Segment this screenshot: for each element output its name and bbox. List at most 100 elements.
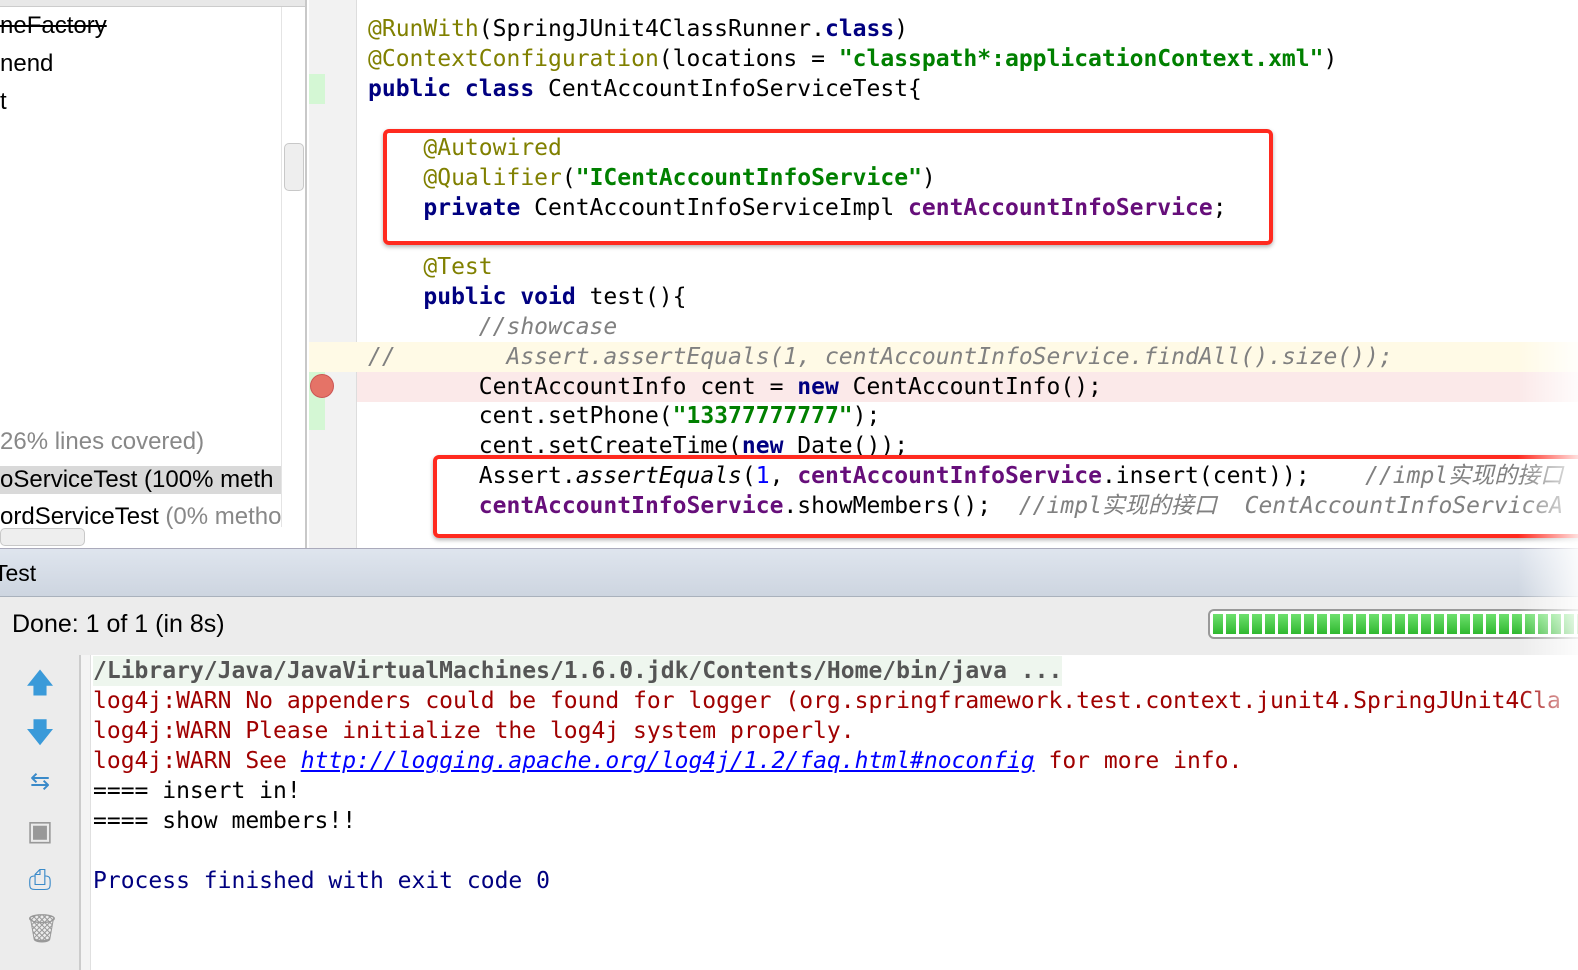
console-line: Process finished with exit code 0 xyxy=(93,866,550,896)
code-token: cent.setPhone( xyxy=(368,403,673,430)
coverage-marker xyxy=(309,74,325,104)
code-token: (SpringJUnit4ClassRunner. xyxy=(478,16,825,42)
console-line: ==== show members!! xyxy=(93,806,356,836)
toggle-swap-icon[interactable]: ⇆ xyxy=(24,766,56,798)
tree-item[interactable]: t xyxy=(0,88,7,116)
tree-item-coverage: (0% metho xyxy=(158,503,282,530)
code-token: "13377777777" xyxy=(672,403,853,430)
run-tool-window-header: Test xyxy=(0,548,1578,597)
tree-item[interactable]: nend xyxy=(0,50,53,78)
console-text: /Library/Java/JavaVirtualMachines/1.6.0.… xyxy=(93,658,1063,684)
progress-segment xyxy=(1460,614,1470,634)
progress-segment xyxy=(1265,614,1275,634)
code-token: CentAccountInfo(); xyxy=(852,373,1102,400)
arrow-down-icon[interactable]: 🡇 xyxy=(24,717,56,749)
tree-item[interactable]: oServiceTest (100% meth xyxy=(0,466,281,494)
tree-item-label: 26% lines covered) xyxy=(0,428,205,455)
breakpoint-icon[interactable] xyxy=(310,374,334,398)
code-token: CentAccountInfoServiceTest{ xyxy=(548,75,922,102)
code-line: cent.setPhone("13377777777"); xyxy=(368,401,881,431)
code-editor[interactable]: @RunWith(SpringJUnit4ClassRunner.class) @… xyxy=(357,0,1578,548)
progress-segment xyxy=(1239,614,1249,634)
code-token: CentAccountInfo cent = xyxy=(368,373,798,400)
progress-segment xyxy=(1330,614,1340,634)
code-token: public class xyxy=(368,75,549,102)
console-text: for more info. xyxy=(1034,748,1243,774)
code-line: public class CentAccountInfoServiceTest{ xyxy=(368,74,922,104)
run-tab-label[interactable]: Test xyxy=(0,560,36,587)
code-token: public void xyxy=(423,284,590,311)
code-token: //showcase xyxy=(478,314,618,340)
current-line-gutter xyxy=(309,342,357,372)
horizontal-scrollbar[interactable] xyxy=(0,528,85,546)
console-line: ==== insert in! xyxy=(93,776,301,806)
code-token: class xyxy=(824,16,895,42)
code-line: //showcase xyxy=(368,312,617,342)
code-token: ) xyxy=(1323,45,1338,72)
progress-segment xyxy=(1278,614,1288,634)
export-icon[interactable]: ▣ xyxy=(24,815,56,847)
progress-segment xyxy=(1564,614,1574,634)
code-token: ); xyxy=(852,403,881,430)
console-output[interactable]: /Library/Java/JavaVirtualMachines/1.6.0.… xyxy=(80,655,1578,970)
code-token: new xyxy=(797,373,853,400)
progress-segment xyxy=(1538,614,1548,634)
tree-item[interactable]: neFactory xyxy=(0,12,107,40)
vertical-scroll-track xyxy=(281,7,282,527)
tree-item-label: t xyxy=(0,88,7,115)
run-toolbar: 🡅 🡇 ⇆ ▣ ⎙ 🗑 xyxy=(0,655,80,970)
console-text: ==== show members!! xyxy=(93,808,357,834)
code-line: @RunWith(SpringJUnit4ClassRunner.class) xyxy=(368,14,908,44)
progress-segment xyxy=(1434,614,1444,634)
progress-segment xyxy=(1486,614,1496,634)
progress-segment xyxy=(1382,614,1392,634)
code-token: (locations = xyxy=(658,45,839,72)
vertical-scrollbar[interactable] xyxy=(284,143,304,191)
console-line: log4j:WARN Please initialize the log4j s… xyxy=(93,716,855,746)
progress-segment xyxy=(1226,614,1236,634)
progress-segment xyxy=(1512,614,1522,634)
progress-segment xyxy=(1473,614,1483,634)
code-line: public void test(){ xyxy=(368,282,687,312)
progress-segment xyxy=(1252,614,1262,634)
progress-segment xyxy=(1291,614,1301,634)
tree-item-label: ordServiceTest xyxy=(0,503,159,530)
tree-item[interactable]: ordServiceTest (0% metho xyxy=(0,503,281,531)
progress-segment xyxy=(1343,614,1353,634)
tree-item-label: neFactory xyxy=(0,12,107,39)
console-line: /Library/Java/JavaVirtualMachines/1.6.0.… xyxy=(93,656,1063,686)
progress-segment xyxy=(1408,614,1418,634)
code-token: @Test xyxy=(423,254,493,281)
arrow-up-icon[interactable]: 🡅 xyxy=(24,667,56,699)
console-link[interactable]: http://logging.apache.org/log4j/1.2/faq.… xyxy=(301,748,1035,774)
code-token: test(){ xyxy=(589,284,687,311)
progress-segment xyxy=(1356,614,1366,634)
highlight-box-autowired xyxy=(383,129,1273,245)
progress-segment xyxy=(1421,614,1431,634)
tree-item-label: nend xyxy=(0,50,54,77)
code-token: "classpath*:applicationContext.xml" xyxy=(838,45,1324,72)
progress-segment xyxy=(1447,614,1457,634)
progress-segment xyxy=(1213,614,1223,634)
progress-segment xyxy=(1369,614,1379,634)
code-token: @ContextConfiguration xyxy=(368,45,659,72)
console-text: log4j:WARN See xyxy=(93,748,301,774)
test-progress-bar xyxy=(1208,609,1578,639)
console-line: log4j:WARN No appenders could be found f… xyxy=(93,686,1561,716)
code-token: @RunWith xyxy=(368,16,479,42)
trash-icon[interactable]: 🗑 xyxy=(24,913,60,945)
code-line: // Assert.assertEquals(1, centAccountInf… xyxy=(368,342,1393,372)
console-gutter xyxy=(81,655,91,970)
progress-segment xyxy=(1317,614,1327,634)
console-line: log4j:WARN See http://logging.apache.org… xyxy=(93,746,1242,776)
print-icon[interactable]: ⎙ xyxy=(24,864,56,896)
progress-segment xyxy=(1499,614,1509,634)
console-text: Process finished with exit code 0 xyxy=(93,868,550,894)
highlight-box-assert xyxy=(433,455,1578,538)
progress-segment xyxy=(1525,614,1535,634)
progress-segment xyxy=(1551,614,1561,634)
tree-item[interactable]: 26% lines covered) xyxy=(0,428,204,456)
